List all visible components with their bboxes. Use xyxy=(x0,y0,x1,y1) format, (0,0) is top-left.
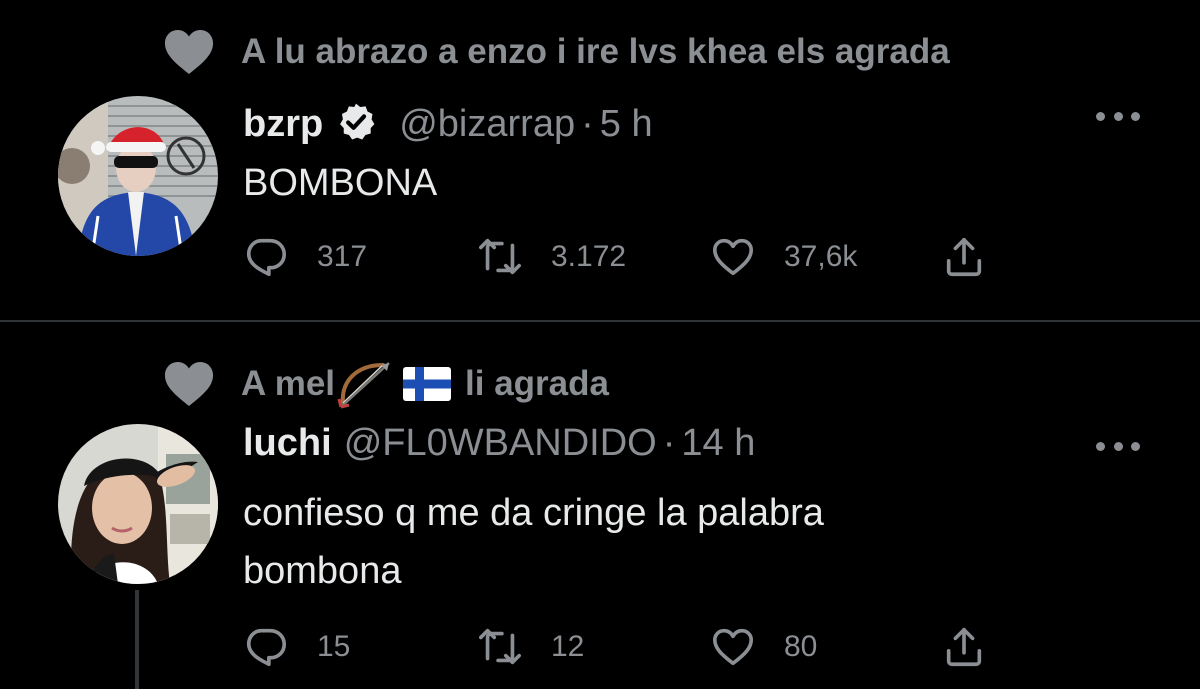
bow-and-arrow-emoji xyxy=(337,362,390,409)
more-options-icon[interactable] xyxy=(1096,108,1140,124)
social-context: A lu abrazo a enzo i ire lvs khea els ag… xyxy=(163,26,950,78)
user-handle[interactable]: @bizarrap xyxy=(399,103,575,146)
user-handle[interactable]: @FL0WBANDIDO xyxy=(344,422,657,465)
separator-dot: · xyxy=(662,422,676,464)
like-button[interactable]: 80 xyxy=(710,622,817,672)
avatar[interactable] xyxy=(58,424,218,584)
action-bar: 317 3.172 37,6k xyxy=(243,232,1003,282)
retweet-button[interactable]: 3.172 xyxy=(477,232,626,282)
retweet-button[interactable]: 12 xyxy=(477,622,584,672)
retweet-icon xyxy=(479,628,521,665)
reply-icon xyxy=(246,238,287,277)
share-icon xyxy=(946,627,982,667)
tweet[interactable]: A lu abrazo a enzo i ire lvs khea els ag… xyxy=(0,0,1200,320)
tweet-text-line: confieso q me da cringe la palabra xyxy=(243,492,824,534)
social-context-suffix: li agrada xyxy=(465,364,609,403)
tweet[interactable]: A mel li agrada luchi @FL0WBANDIDO · 14 … xyxy=(0,322,1200,689)
heart-icon xyxy=(712,628,754,666)
heart-icon xyxy=(712,238,754,276)
avatar[interactable] xyxy=(58,96,218,256)
reply-count: 15 xyxy=(317,630,351,663)
timestamp[interactable]: 5 h xyxy=(600,103,653,146)
tweet-text: confieso q me da cringe la palabra bombo… xyxy=(243,484,1103,600)
tweet-text: BOMBONA xyxy=(243,162,438,204)
like-count: 80 xyxy=(784,630,818,663)
tweet-header: bzrp @bizarrap · 5 h xyxy=(243,94,653,146)
heart-icon xyxy=(164,30,214,74)
reply-button[interactable]: 15 xyxy=(243,622,350,672)
more-options-icon[interactable] xyxy=(1096,438,1140,454)
share-button[interactable] xyxy=(941,232,987,282)
verified-badge-icon xyxy=(340,103,375,140)
heart-icon xyxy=(164,362,214,406)
like-button[interactable]: 37,6k xyxy=(710,232,857,282)
avatar-image xyxy=(58,96,218,256)
retweet-count: 3.172 xyxy=(551,240,627,273)
tweet-text-line: bombona xyxy=(243,550,402,592)
reply-count: 317 xyxy=(317,240,368,273)
social-context-text: A lu abrazo a enzo i ire lvs khea els ag… xyxy=(241,32,950,71)
tweet-header: luchi @FL0WBANDIDO · 14 h xyxy=(243,422,755,465)
retweet-icon xyxy=(479,238,521,275)
timestamp[interactable]: 14 h xyxy=(681,422,755,465)
separator-dot: · xyxy=(581,103,594,145)
share-button[interactable] xyxy=(941,622,987,672)
social-context: A mel li agrada xyxy=(163,358,609,410)
social-context-prefix: A mel xyxy=(241,364,336,403)
action-bar: 15 12 80 xyxy=(243,622,1003,672)
display-name[interactable]: bzrp xyxy=(243,103,323,146)
avatar-image xyxy=(58,424,218,584)
retweet-count: 12 xyxy=(551,630,585,663)
reply-icon xyxy=(246,628,287,667)
finland-flag-emoji xyxy=(403,367,452,401)
thread-line xyxy=(135,590,139,689)
reply-button[interactable]: 317 xyxy=(243,232,367,282)
display-name[interactable]: luchi xyxy=(243,422,332,465)
share-icon xyxy=(946,237,982,277)
like-count: 37,6k xyxy=(784,240,858,273)
